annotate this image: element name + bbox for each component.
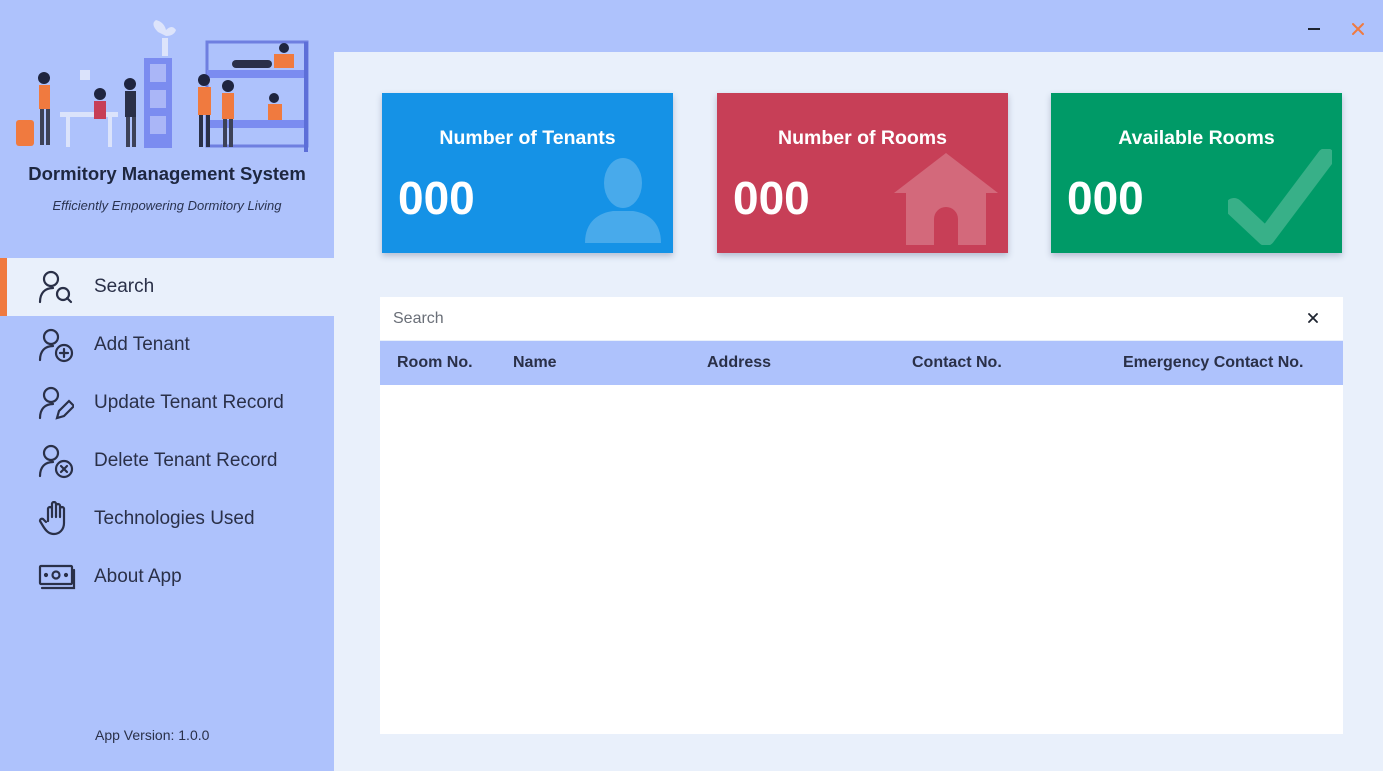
close-icon bbox=[1308, 313, 1318, 323]
tenants-card: Number of Tenants 000 bbox=[382, 93, 673, 253]
app-subtitle: Efficiently Empowering Dormitory Living bbox=[52, 198, 282, 213]
minimize-icon bbox=[1308, 28, 1320, 30]
app-title: Dormitory Management System bbox=[28, 163, 306, 184]
sidebar-item-update-tenant[interactable]: Update Tenant Record bbox=[0, 374, 334, 432]
sidebar-item-technologies[interactable]: Technologies Used bbox=[0, 490, 334, 548]
main-content: Number of Tenants 000 Number of Rooms 00… bbox=[334, 52, 1383, 771]
sidebar-item-label: About App bbox=[94, 566, 182, 587]
tenants-table: Room No. Name Address Contact No. Emerge… bbox=[380, 341, 1343, 734]
sidebar-item-label: Search bbox=[94, 276, 155, 297]
card-value: 000 bbox=[1067, 172, 1144, 224]
sidebar: Dormitory Management System Efficiently … bbox=[0, 0, 334, 771]
sidebar-item-label: Technologies Used bbox=[94, 508, 255, 529]
column-header-emergency-contact-no[interactable]: Emergency Contact No. bbox=[1123, 341, 1303, 385]
user-edit-icon bbox=[38, 383, 80, 423]
clear-search-button[interactable] bbox=[1305, 310, 1321, 326]
money-icon bbox=[38, 557, 80, 597]
column-header-address[interactable]: Address bbox=[707, 341, 771, 385]
sidebar-item-about[interactable]: About App bbox=[0, 548, 334, 606]
available-rooms-card: Available Rooms 000 bbox=[1051, 93, 1342, 253]
dormitory-illustration bbox=[16, 20, 309, 152]
search-input[interactable] bbox=[380, 297, 1280, 340]
user-search-icon bbox=[38, 267, 80, 307]
column-header-room-no[interactable]: Room No. bbox=[397, 341, 473, 385]
sidebar-item-delete-tenant[interactable]: Delete Tenant Record bbox=[0, 432, 334, 490]
sidebar-item-search[interactable]: Search bbox=[0, 258, 334, 316]
user-delete-icon bbox=[38, 441, 80, 481]
window-controls bbox=[1303, 18, 1369, 40]
sidebar-item-label: Add Tenant bbox=[94, 334, 190, 355]
user-add-icon bbox=[38, 325, 80, 365]
column-header-name[interactable]: Name bbox=[513, 341, 557, 385]
minimize-button[interactable] bbox=[1303, 18, 1325, 40]
sidebar-item-add-tenant[interactable]: Add Tenant bbox=[0, 316, 334, 374]
close-button[interactable] bbox=[1347, 18, 1369, 40]
card-title: Number of Tenants bbox=[439, 127, 616, 149]
card-value: 000 bbox=[733, 172, 810, 224]
checkmark-icon bbox=[1228, 149, 1332, 245]
close-icon bbox=[1352, 23, 1364, 35]
card-title: Available Rooms bbox=[1118, 127, 1275, 149]
table-header: Room No. Name Address Contact No. Emerge… bbox=[380, 341, 1343, 385]
card-value: 000 bbox=[398, 172, 475, 224]
card-title: Number of Rooms bbox=[777, 127, 947, 149]
sidebar-nav: Search Add Tenant Update Tenant Record D… bbox=[0, 258, 334, 606]
person-icon bbox=[585, 158, 661, 243]
search-bar bbox=[380, 297, 1343, 340]
house-icon bbox=[894, 153, 998, 245]
app-version: App Version: 1.0.0 bbox=[95, 727, 210, 743]
sidebar-item-label: Update Tenant Record bbox=[94, 392, 284, 413]
column-header-contact-no[interactable]: Contact No. bbox=[912, 341, 1002, 385]
hand-icon bbox=[38, 499, 80, 539]
sidebar-item-label: Delete Tenant Record bbox=[94, 450, 278, 471]
rooms-card: Number of Rooms 000 bbox=[717, 93, 1008, 253]
